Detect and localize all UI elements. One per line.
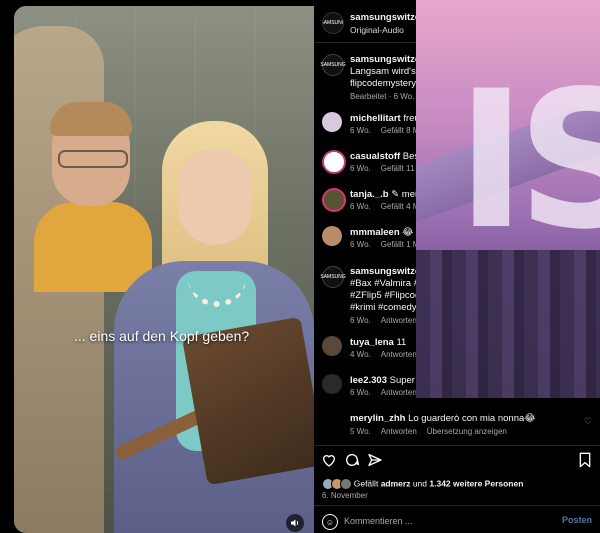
heart-icon[interactable]: ♡: [584, 416, 592, 427]
avatar[interactable]: [322, 112, 342, 132]
post-button[interactable]: Posten: [562, 515, 592, 525]
comment-username[interactable]: mmmaleen: [350, 227, 400, 238]
bookmark-icon[interactable]: [576, 452, 594, 470]
emoji-icon[interactable]: ☺: [322, 514, 338, 530]
reply-button[interactable]: Antworten: [381, 388, 417, 397]
town: [416, 250, 600, 398]
comment-age: 6 Wo.: [350, 164, 371, 173]
avatar[interactable]: SAMSUNG: [320, 54, 346, 76]
likes-summary[interactable]: Gefällt admerz und 1.342 weitere Persone…: [322, 478, 523, 490]
comment-age: 6 Wo.: [350, 388, 371, 397]
reply-button[interactable]: Antworten: [381, 316, 417, 325]
caption-line: Langsam wird's u: [350, 66, 424, 77]
overlay-image: IS: [416, 0, 600, 398]
reply-button[interactable]: Antworten: [381, 350, 417, 359]
comment-age: 6 Wo.: [350, 126, 371, 135]
comment-username[interactable]: tuya_lena: [350, 337, 394, 348]
comment-username[interactable]: lee2.303: [350, 375, 387, 386]
comment-composer: ☺ Posten: [314, 509, 600, 533]
avatar[interactable]: [322, 150, 346, 174]
instagram-reel-view: ... eins auf den Kopf geben? SAMSUNG sam…: [0, 0, 600, 533]
paper-plane-icon[interactable]: [366, 452, 384, 470]
comment-icon[interactable]: [343, 452, 361, 470]
divider: [314, 505, 600, 506]
comment-age: 6 Wo.: [350, 240, 371, 249]
caption-line: flipcodemystery.c: [350, 78, 423, 89]
comment-text: #Bax #Valmira #: [350, 278, 419, 289]
avatar[interactable]: [322, 188, 346, 212]
avatar[interactable]: SAMSUNG: [322, 12, 344, 34]
likes-count[interactable]: 1.342 weitere Personen: [429, 478, 523, 488]
comment-input[interactable]: [344, 514, 544, 528]
original-audio-link[interactable]: Original-Audio: [350, 25, 404, 35]
avatar[interactable]: [322, 226, 342, 246]
comment-age: 4 Wo.: [350, 350, 371, 359]
comment-text: #ZFlip5 #Flipcod: [350, 290, 421, 301]
reply-button[interactable]: Antworten: [381, 427, 417, 436]
comment-username[interactable]: casualstoff: [350, 151, 400, 162]
action-bar: [314, 452, 600, 472]
comment-text: Lo guarderò con mia nonna😂: [408, 413, 536, 424]
comment-text: #krimi #comedy: [350, 302, 417, 313]
heart-icon[interactable]: [320, 452, 338, 470]
avatar[interactable]: [322, 374, 342, 394]
comment-username[interactable]: tanja._.b: [350, 189, 389, 200]
avatar[interactable]: SAMSUNG: [320, 266, 346, 288]
video-player[interactable]: ... eins auf den Kopf geben?: [14, 6, 314, 533]
speaker-icon[interactable]: [286, 514, 304, 532]
comment-username[interactable]: michellitart: [350, 113, 401, 124]
divider: [314, 445, 600, 446]
liker-username[interactable]: admerz: [381, 478, 411, 488]
translate-button[interactable]: Übersetzung anzeigen: [427, 427, 507, 436]
avatar: [340, 478, 352, 490]
post-date: 6. November: [322, 491, 368, 500]
avatar[interactable]: [322, 336, 342, 356]
caption-meta: Bearbeitet · 6 Wo.: [350, 92, 415, 101]
big-letters: IS: [456, 50, 600, 271]
comment-text: Super: [389, 375, 415, 386]
comment-age: 6 Wo.: [350, 202, 371, 211]
comment-age: 5 Wo.: [350, 427, 371, 436]
comment-username[interactable]: merylin_zhh: [350, 413, 405, 424]
video-subtitle: ... eins auf den Kopf geben?: [74, 328, 250, 344]
comment-text: 11: [396, 337, 407, 348]
comment-age: 6 Wo.: [350, 316, 371, 325]
